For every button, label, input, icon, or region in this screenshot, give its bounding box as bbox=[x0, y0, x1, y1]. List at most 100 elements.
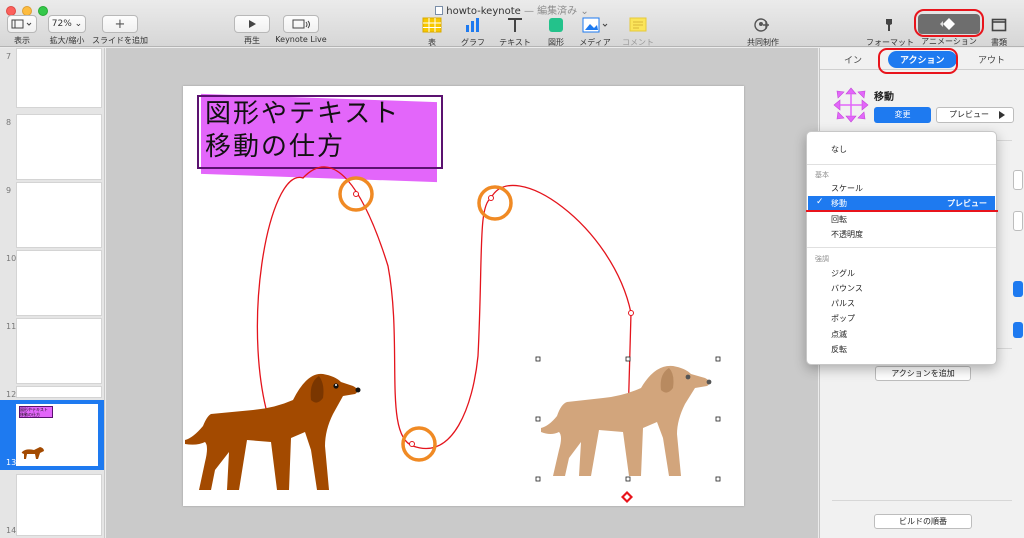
annotation-underline-move bbox=[806, 210, 998, 212]
preview-button[interactable]: プレビュー bbox=[936, 107, 1014, 123]
divider bbox=[832, 500, 1012, 501]
effect-menu: なし 基本 スケール ✓ 移動 プレビュー 回転 不透明度 強調 ジグル バウン… bbox=[806, 131, 997, 365]
media-button[interactable] bbox=[580, 15, 610, 35]
slide-thumbnail[interactable] bbox=[16, 386, 102, 398]
sidebar-view-icon bbox=[11, 19, 32, 29]
zoom-tool[interactable]: 72% ⌄ 拡大/縮小 bbox=[47, 15, 87, 46]
menu-divider bbox=[807, 247, 996, 248]
media-icon bbox=[582, 17, 608, 33]
slide-thumbnail[interactable] bbox=[16, 48, 102, 108]
animate-diamond-icon bbox=[940, 18, 955, 30]
slide-thumbnail[interactable] bbox=[16, 318, 102, 384]
delay-stepper[interactable] bbox=[1013, 211, 1023, 231]
selected-thumb-canvas: 図形やテキスト 移動の仕方 bbox=[16, 404, 98, 466]
menu-divider bbox=[807, 164, 996, 165]
build-indicator-icon[interactable] bbox=[621, 491, 633, 503]
build-order-button[interactable]: ビルドの順番 bbox=[874, 514, 972, 529]
plus-icon: + bbox=[114, 16, 126, 32]
keynote-live-tool[interactable]: Keynote Live bbox=[274, 15, 328, 44]
slide-thumbnail[interactable] bbox=[16, 250, 102, 316]
path-type-popup[interactable] bbox=[1013, 322, 1023, 338]
chart-button[interactable] bbox=[461, 15, 485, 35]
path-control-point[interactable] bbox=[409, 441, 415, 447]
highlight-ring bbox=[401, 426, 437, 462]
menu-item-blink[interactable]: 点滅 bbox=[831, 329, 847, 340]
comment-button bbox=[626, 15, 650, 35]
text-button[interactable] bbox=[503, 15, 527, 35]
toolbar: howto-keynote — 編集済み ⌄ 表示 72% ⌄ 拡大/縮小 + … bbox=[0, 0, 1024, 47]
slide-artwork bbox=[185, 166, 721, 490]
animate-tool: アニメーション bbox=[921, 37, 977, 46]
media-tool[interactable]: メディア bbox=[578, 15, 612, 48]
format-tool[interactable]: フォーマット bbox=[866, 15, 914, 48]
keynote-live-button[interactable] bbox=[283, 15, 319, 33]
slide-navigator: 7 8 9 10 11 12 13 図形やテキスト 移動の仕方 14 bbox=[0, 48, 105, 538]
collaborate-icon bbox=[754, 18, 769, 32]
collaborate-tool[interactable]: 共同制作 bbox=[741, 15, 785, 48]
table-icon bbox=[422, 17, 442, 33]
menu-header-basic: 基本 bbox=[815, 171, 829, 179]
view-tool[interactable]: 表示 bbox=[6, 15, 38, 46]
slide-thumbnail-selected[interactable]: 13 図形やテキスト 移動の仕方 bbox=[0, 400, 104, 470]
table-tool[interactable]: 表 bbox=[418, 15, 446, 48]
table-button[interactable] bbox=[420, 15, 444, 35]
change-effect-button[interactable]: 変更 bbox=[874, 107, 931, 123]
add-action-button[interactable]: アクションを追加 bbox=[875, 366, 971, 381]
add-slide-tool[interactable]: + スライドを追加 bbox=[92, 15, 148, 46]
collaborate-button[interactable] bbox=[751, 15, 775, 35]
tab-build-out[interactable]: アウト bbox=[978, 53, 1005, 66]
menu-header-emphasis: 強調 bbox=[815, 255, 829, 263]
menu-item-move-selected[interactable]: ✓ 移動 プレビュー bbox=[808, 196, 995, 211]
acceleration-popup[interactable] bbox=[1013, 281, 1023, 297]
menu-item-pulse[interactable]: パルス bbox=[831, 298, 855, 309]
comment-tool: コメント bbox=[620, 15, 656, 48]
comment-icon bbox=[629, 17, 647, 32]
keynote-live-icon bbox=[292, 19, 310, 28]
path-control-point[interactable] bbox=[628, 310, 634, 316]
format-brush-icon bbox=[886, 19, 892, 31]
tab-build-in[interactable]: イン bbox=[844, 53, 862, 66]
zoom-select[interactable]: 72% ⌄ bbox=[48, 15, 86, 33]
menu-item-scale[interactable]: スケール bbox=[831, 183, 863, 194]
duration-stepper[interactable] bbox=[1013, 170, 1023, 190]
menu-item-pop[interactable]: ポップ bbox=[831, 313, 855, 324]
document-button[interactable] bbox=[987, 15, 1011, 35]
shape-icon bbox=[549, 18, 563, 32]
effect-name: 移動 bbox=[874, 92, 894, 103]
thumb-title: 図形やテキスト 移動の仕方 bbox=[19, 406, 53, 418]
dog-image-destination[interactable] bbox=[541, 365, 712, 476]
document-tool[interactable]: 書類 bbox=[984, 15, 1014, 48]
chart-tool[interactable]: グラフ bbox=[458, 15, 488, 48]
slide-thumbnail[interactable] bbox=[16, 114, 102, 180]
text-tool[interactable]: テキスト bbox=[496, 15, 534, 48]
menu-item-none[interactable]: なし bbox=[831, 144, 847, 155]
format-button[interactable] bbox=[877, 15, 901, 35]
slide-thumbnail[interactable] bbox=[16, 474, 102, 536]
tab-action[interactable]: アクション bbox=[888, 51, 957, 68]
play-icon bbox=[999, 111, 1005, 119]
chart-icon bbox=[466, 18, 479, 32]
play-button[interactable] bbox=[234, 15, 270, 33]
move-arrows-icon bbox=[833, 87, 869, 123]
dog-image-original[interactable] bbox=[185, 373, 361, 490]
menu-item-rotate[interactable]: 回転 bbox=[831, 214, 847, 225]
slide-canvas[interactable]: 図形やテキスト 移動の仕方 bbox=[106, 48, 818, 538]
path-control-point[interactable] bbox=[488, 195, 494, 201]
slide-thumbnail[interactable] bbox=[16, 182, 102, 248]
text-icon bbox=[508, 18, 522, 32]
document-icon bbox=[435, 6, 444, 15]
shape-tool[interactable]: 図形 bbox=[542, 15, 570, 48]
view-button[interactable] bbox=[7, 15, 37, 33]
animate-button[interactable] bbox=[918, 14, 980, 34]
shape-button[interactable] bbox=[544, 15, 568, 35]
slide[interactable]: 図形やテキスト 移動の仕方 bbox=[183, 86, 744, 506]
menu-item-bounce[interactable]: バウンス bbox=[831, 283, 863, 294]
document-icon bbox=[991, 18, 1007, 32]
build-tabs: イン アクション アウト bbox=[820, 48, 1024, 70]
menu-item-flip[interactable]: 反転 bbox=[831, 344, 847, 355]
add-slide-button[interactable]: + bbox=[102, 15, 138, 33]
menu-item-opacity[interactable]: 不透明度 bbox=[831, 229, 863, 240]
menu-item-jiggle[interactable]: ジグル bbox=[831, 268, 855, 279]
path-control-point[interactable] bbox=[353, 191, 359, 197]
play-tool[interactable]: 再生 bbox=[232, 15, 272, 46]
